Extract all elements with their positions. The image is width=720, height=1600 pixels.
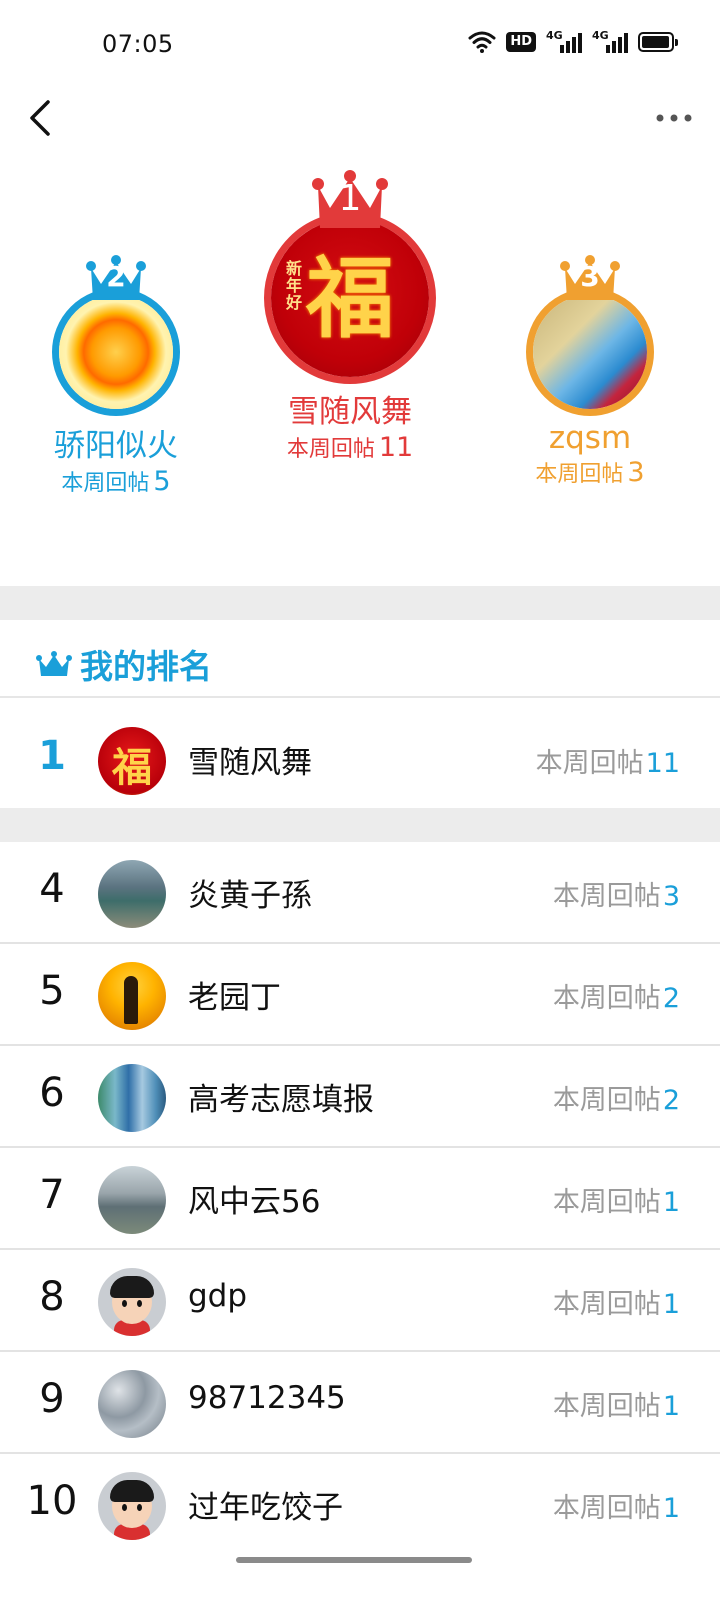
avatar	[98, 1370, 166, 1438]
podium-count: 本周回帖 11	[286, 432, 414, 463]
reply-count: 本周回帖1	[552, 1493, 680, 1524]
podium-name: zqsm	[548, 420, 632, 456]
rank-number: 8	[39, 1274, 65, 1320]
avatar	[98, 1166, 166, 1234]
my-rank-header: 我的排名	[36, 640, 212, 688]
avatar: 新年好 福	[264, 212, 436, 384]
user-name: 风中云56	[188, 1184, 321, 1220]
avatar	[98, 860, 166, 928]
rank-number: 7	[39, 1172, 65, 1218]
list-item[interactable]: 6 高考志愿填报 本周回帖2	[0, 1046, 720, 1148]
section-divider	[0, 586, 720, 620]
avatar	[98, 1268, 166, 1336]
reply-count: 本周回帖1	[552, 1391, 680, 1422]
rank-number: 5	[39, 968, 65, 1014]
list-item[interactable]: 9 98712345 本周回帖1	[0, 1352, 720, 1454]
podium-count: 本周回帖 3	[535, 457, 645, 488]
podium-name: 骄阳似火	[54, 428, 178, 464]
rank-number: 10	[26, 1478, 78, 1524]
user-name: gdp	[188, 1278, 248, 1314]
more-button[interactable]	[654, 104, 694, 132]
user-name: 炎黄子孫	[188, 878, 312, 914]
podium-second[interactable]: 2 骄阳似火 本周回帖 5	[36, 252, 196, 497]
avatar	[98, 1472, 166, 1540]
user-name: 老园丁	[188, 980, 281, 1016]
podium-count: 本周回帖 5	[61, 466, 171, 497]
signal-icon: 4G	[592, 29, 628, 53]
user-name: 98712345	[188, 1380, 346, 1416]
rank-number: 6	[39, 1070, 65, 1116]
hd-icon: HD	[506, 32, 536, 52]
my-rank-row[interactable]: 1 福 雪随风舞 本周回帖11	[0, 709, 720, 811]
avatar	[98, 962, 166, 1030]
my-rank-title: 我的排名	[80, 647, 212, 686]
list-item[interactable]: 5 老园丁 本周回帖2	[0, 944, 720, 1046]
user-name: 雪随风舞	[188, 745, 312, 781]
status-icons: HD 4G 4G	[468, 29, 678, 54]
podium-first[interactable]: 新年好 福 1 雪随风舞 本周回帖 11	[255, 168, 445, 463]
list-item[interactable]: 8 gdp 本周回帖1	[0, 1250, 720, 1352]
status-time: 07:05	[102, 30, 174, 58]
reply-count: 本周回帖1	[552, 1187, 680, 1218]
podium: 2 骄阳似火 本周回帖 5 新年好 福 1 雪随风舞 本周回帖 11 3 zqs…	[0, 160, 720, 560]
signal-icon: 4G	[546, 29, 582, 53]
back-button[interactable]	[22, 96, 62, 140]
list-item[interactable]: 7 风中云56 本周回帖1	[0, 1148, 720, 1250]
wifi-icon	[468, 31, 496, 53]
podium-rank-number: 1	[338, 178, 362, 219]
list-item[interactable]: 4 炎黄子孫 本周回帖3	[0, 842, 720, 944]
avatar: 福	[98, 727, 166, 795]
podium-rank-number: 3	[580, 260, 600, 293]
rank-number: 9	[39, 1376, 65, 1422]
status-bar: 07:05 HD 4G 4G	[0, 0, 720, 90]
network-type-label: 4G	[592, 29, 609, 42]
user-name: 过年吃饺子	[188, 1490, 343, 1526]
podium-rank-number: 2	[106, 260, 126, 293]
podium-name: 雪随风舞	[288, 394, 412, 430]
reply-count: 本周回帖11	[535, 748, 680, 779]
reply-count: 本周回帖3	[552, 881, 680, 912]
reply-count: 本周回帖2	[552, 983, 680, 1014]
crown-icon	[36, 651, 72, 676]
network-type-label: 4G	[546, 29, 563, 42]
avatar	[52, 288, 180, 416]
divider	[0, 696, 720, 698]
section-divider	[0, 808, 720, 842]
user-name: 高考志愿填报	[188, 1082, 374, 1118]
reply-count: 本周回帖1	[552, 1289, 680, 1320]
rank-number: 1	[38, 733, 66, 779]
avatar	[526, 288, 654, 416]
list-item[interactable]: 10 过年吃饺子 本周回帖1	[0, 1454, 720, 1556]
home-indicator[interactable]	[236, 1557, 472, 1563]
battery-icon	[638, 32, 678, 52]
reply-count: 本周回帖2	[552, 1085, 680, 1116]
avatar	[98, 1064, 166, 1132]
rank-number: 4	[39, 866, 65, 912]
podium-third[interactable]: 3 zqsm 本周回帖 3	[510, 252, 670, 488]
